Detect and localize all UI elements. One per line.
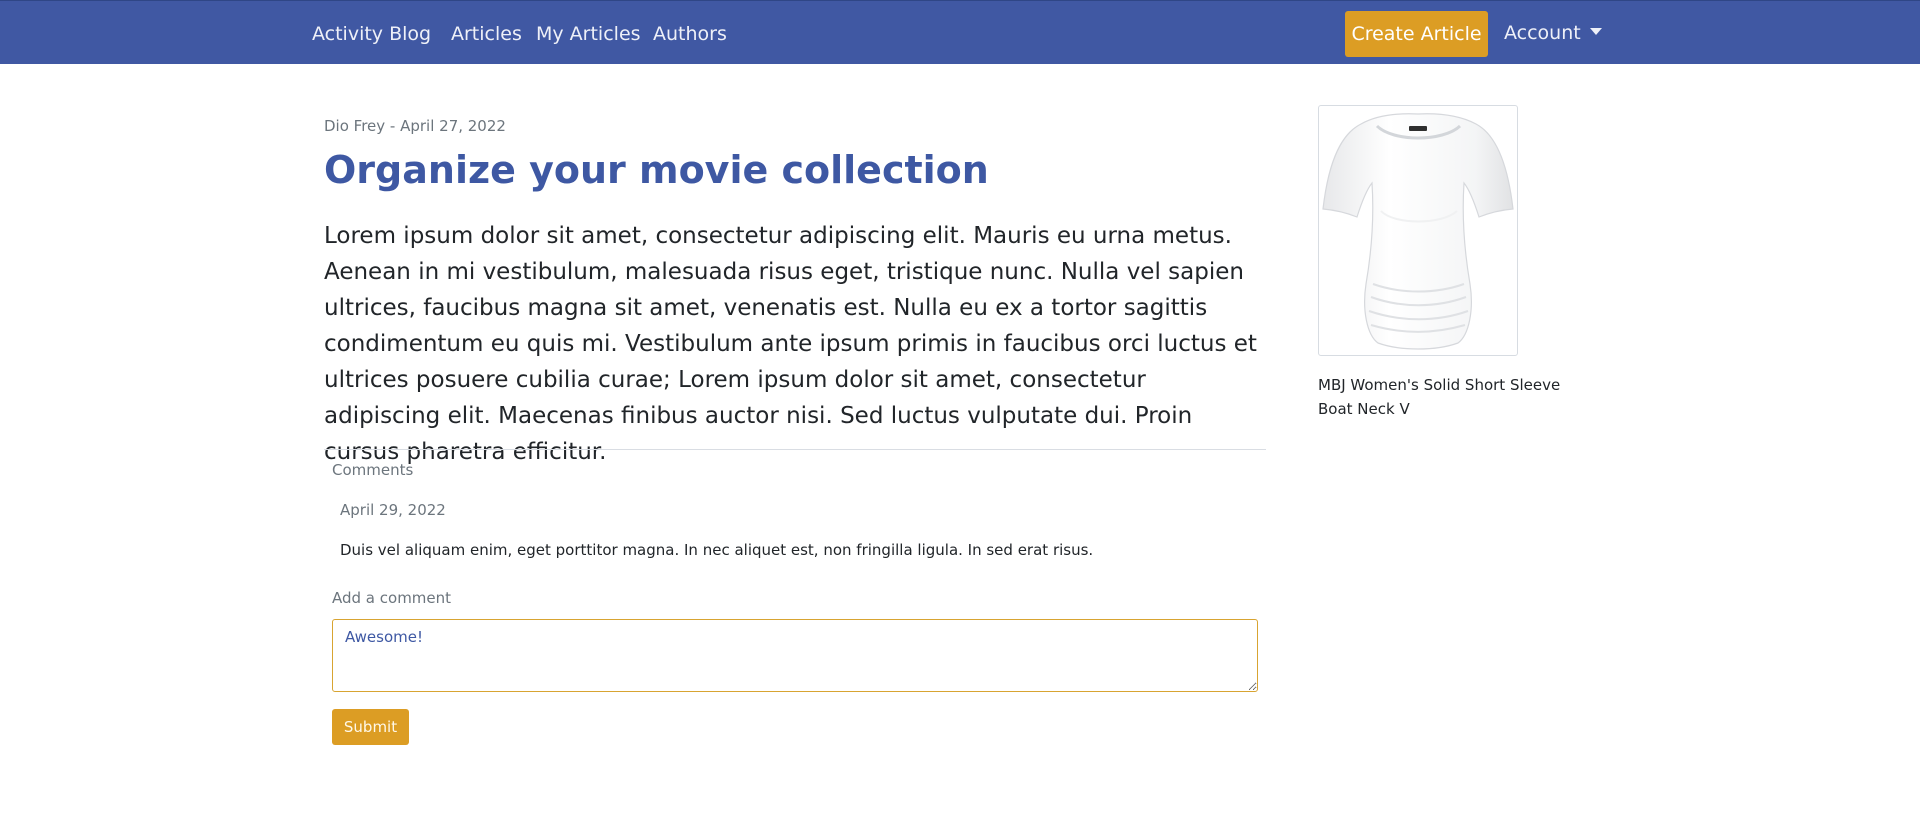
product-image-card[interactable] — [1318, 105, 1518, 356]
nav-link-my-articles[interactable]: My Articles — [536, 22, 641, 46]
create-article-button[interactable]: Create Article — [1345, 11, 1488, 57]
nav-link-articles[interactable]: Articles — [451, 22, 522, 46]
add-comment-label: Add a comment — [332, 589, 452, 607]
product-title[interactable]: MBJ Women's Solid Short Sleeve Boat Neck… — [1318, 373, 1578, 421]
t-shirt-icon — [1322, 113, 1514, 350]
account-dropdown[interactable]: Account — [1504, 21, 1602, 45]
account-label: Account — [1504, 22, 1581, 44]
article-title: Organize your movie collection — [324, 148, 989, 192]
chevron-down-icon — [1589, 28, 1602, 35]
brand-link[interactable]: Activity Blog — [312, 22, 431, 46]
comment-date: April 29, 2022 — [340, 501, 446, 519]
nav-link-authors[interactable]: Authors — [653, 22, 727, 46]
comment-text: Duis vel aliquam enim, eget porttitor ma… — [340, 541, 1094, 559]
article-body: Lorem ipsum dolor sit amet, consectetur … — [324, 223, 1257, 465]
submit-button[interactable]: Submit — [332, 709, 409, 745]
comments-divider — [324, 449, 1266, 450]
top-navbar: Activity Blog Articles My Articles Autho… — [0, 0, 1920, 64]
comments-label: Comments — [332, 461, 414, 479]
comment-textarea[interactable]: Awesome! — [332, 619, 1258, 692]
article-meta: Dio Frey - April 27, 2022 — [324, 117, 506, 135]
